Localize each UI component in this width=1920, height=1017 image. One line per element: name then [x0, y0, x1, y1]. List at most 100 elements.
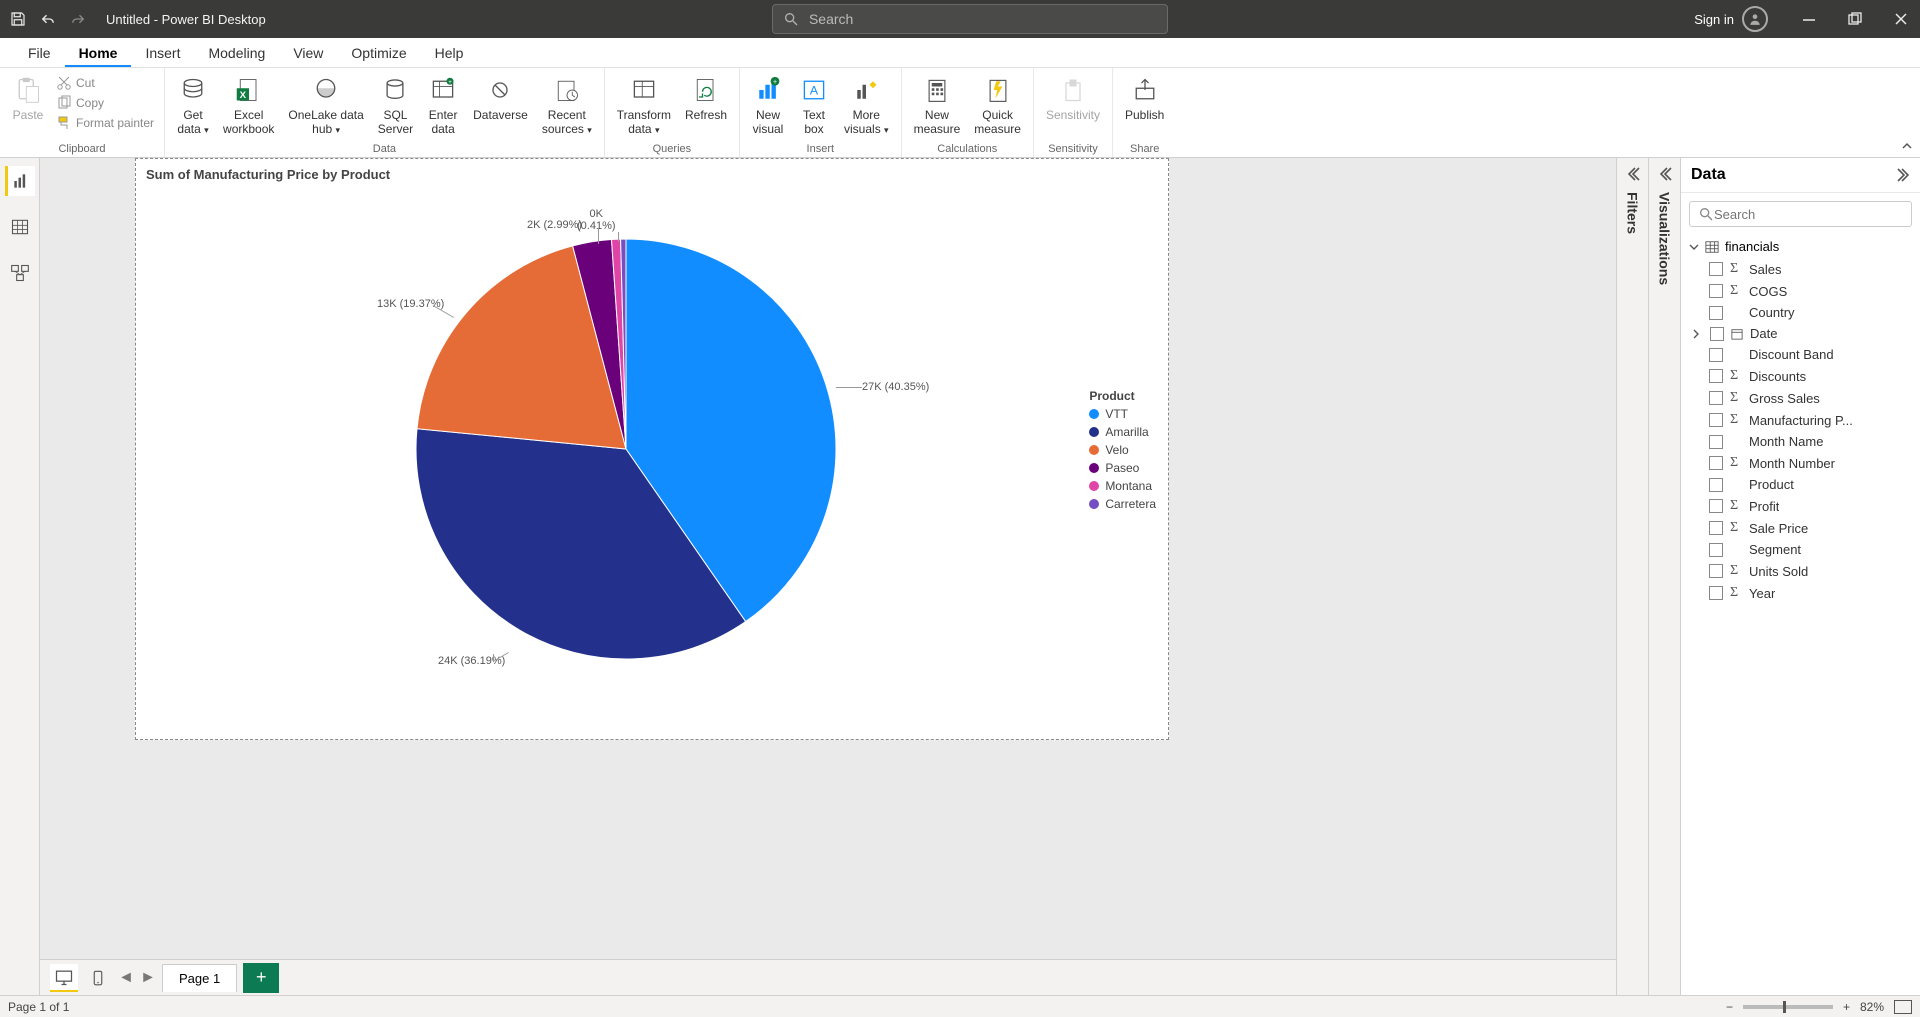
field-checkbox[interactable] — [1709, 435, 1723, 449]
search-input[interactable] — [809, 11, 1157, 27]
refresh-button[interactable]: Refresh — [679, 72, 733, 124]
format-painter-button[interactable]: Format painter — [52, 114, 158, 132]
field-row[interactable]: ΣSale Price — [1681, 517, 1920, 539]
dataverse-button[interactable]: Dataverse — [467, 72, 534, 124]
save-icon[interactable] — [8, 9, 28, 29]
field-checkbox[interactable] — [1710, 327, 1724, 341]
excel-workbook-button[interactable]: XExcel workbook — [217, 72, 280, 138]
sensitivity-button[interactable]: Sensitivity — [1040, 72, 1106, 124]
publish-button[interactable]: Publish — [1119, 72, 1170, 124]
field-checkbox[interactable] — [1709, 391, 1723, 405]
redo-icon[interactable] — [68, 9, 88, 29]
data-search-input[interactable] — [1714, 207, 1903, 222]
legend-item[interactable]: VTT — [1089, 407, 1156, 421]
field-row[interactable]: ΣYear — [1681, 582, 1920, 604]
field-checkbox[interactable] — [1709, 306, 1723, 320]
data-view-icon[interactable] — [5, 212, 35, 242]
zoom-out-button[interactable]: − — [1726, 1000, 1733, 1014]
menu-tab-insert[interactable]: Insert — [131, 39, 194, 67]
field-row[interactable]: ΣGross Sales — [1681, 387, 1920, 409]
chevron-left-icon[interactable] — [1625, 166, 1641, 182]
field-checkbox[interactable] — [1709, 543, 1723, 557]
enter-data-button[interactable]: +Enter data — [421, 72, 465, 138]
mobile-layout-icon[interactable] — [84, 964, 112, 992]
field-row[interactable]: Country — [1681, 302, 1920, 323]
field-row[interactable]: Month Name — [1681, 431, 1920, 452]
field-checkbox[interactable] — [1709, 413, 1723, 427]
legend-item[interactable]: Amarilla — [1089, 425, 1156, 439]
model-view-icon[interactable] — [5, 258, 35, 288]
field-row[interactable]: ΣMonth Number — [1681, 452, 1920, 474]
field-checkbox[interactable] — [1709, 262, 1723, 276]
field-row[interactable]: ΣManufacturing P... — [1681, 409, 1920, 431]
chevron-left-icon[interactable] — [1657, 166, 1673, 182]
desktop-layout-icon[interactable] — [50, 964, 78, 992]
copy-button[interactable]: Copy — [52, 94, 158, 112]
fit-to-page-icon[interactable] — [1894, 1000, 1912, 1014]
menu-tab-home[interactable]: Home — [65, 39, 132, 67]
data-search[interactable] — [1689, 201, 1912, 227]
new-visual-button[interactable]: +New visual — [746, 72, 790, 138]
search-bar[interactable] — [772, 4, 1168, 34]
next-page-icon[interactable]: ► — [140, 970, 156, 986]
legend-item[interactable]: Montana — [1089, 479, 1156, 493]
chevron-right-icon[interactable] — [1894, 167, 1910, 183]
table-node[interactable]: financials — [1681, 235, 1920, 258]
close-icon[interactable] — [1890, 8, 1912, 30]
get-data-button[interactable]: Get data ▾ — [171, 72, 215, 139]
pie-chart-visual[interactable]: Sum of Manufacturing Price by Product 27… — [135, 158, 1169, 740]
paste-button[interactable]: Paste — [6, 72, 50, 124]
zoom-in-button[interactable]: + — [1843, 1000, 1850, 1014]
report-view-icon[interactable] — [5, 166, 35, 196]
add-page-button[interactable]: + — [243, 963, 279, 993]
field-checkbox[interactable] — [1709, 348, 1723, 362]
field-row[interactable]: Σ Sales — [1681, 258, 1920, 280]
field-row[interactable]: ΣDiscounts — [1681, 365, 1920, 387]
zoom-slider[interactable] — [1743, 1005, 1833, 1009]
field-checkbox[interactable] — [1709, 478, 1723, 492]
field-row[interactable]: Discount Band — [1681, 344, 1920, 365]
signin-button[interactable]: Sign in — [1694, 6, 1768, 32]
quick-measure-button[interactable]: Quick measure — [968, 72, 1027, 138]
menu-tab-help[interactable]: Help — [421, 39, 478, 67]
field-name: Discounts — [1749, 369, 1806, 384]
field-checkbox[interactable] — [1709, 369, 1723, 383]
minimize-icon[interactable] — [1798, 8, 1820, 30]
text-box-button[interactable]: AText box — [792, 72, 836, 138]
maximize-icon[interactable] — [1844, 8, 1866, 30]
field-row[interactable]: Date — [1681, 323, 1920, 344]
field-row[interactable]: ΣProfit — [1681, 495, 1920, 517]
legend-item[interactable]: Carretera — [1089, 497, 1156, 511]
field-row[interactable]: ΣUnits Sold — [1681, 560, 1920, 582]
field-checkbox[interactable] — [1709, 586, 1723, 600]
field-row[interactable]: Product — [1681, 474, 1920, 495]
field-checkbox[interactable] — [1709, 499, 1723, 513]
field-checkbox[interactable] — [1709, 564, 1723, 578]
field-checkbox[interactable] — [1709, 521, 1723, 535]
visualizations-pane-collapsed[interactable]: Visualizations — [1648, 158, 1680, 995]
onelake-button[interactable]: OneLake data hub ▾ — [282, 72, 369, 139]
field-row[interactable]: Segment — [1681, 539, 1920, 560]
filters-pane-collapsed[interactable]: Filters — [1616, 158, 1648, 995]
undo-icon[interactable] — [38, 9, 58, 29]
field-row[interactable]: ΣCOGS — [1681, 280, 1920, 302]
transform-data-button[interactable]: Transform data ▾ — [611, 72, 677, 139]
sql-server-button[interactable]: SQL Server — [372, 72, 419, 138]
menu-tab-optimize[interactable]: Optimize — [337, 39, 420, 67]
cut-button[interactable]: Cut — [52, 74, 158, 92]
menu-tab-modeling[interactable]: Modeling — [194, 39, 279, 67]
recent-sources-button[interactable]: Recent sources ▾ — [536, 72, 598, 139]
menu-tab-view[interactable]: View — [279, 39, 337, 67]
more-visuals-button[interactable]: More visuals ▾ — [838, 72, 895, 139]
collapse-ribbon-icon[interactable] — [1900, 139, 1914, 153]
menu-tab-file[interactable]: File — [14, 39, 65, 67]
signin-label: Sign in — [1694, 12, 1734, 27]
new-measure-button[interactable]: New measure — [908, 72, 967, 138]
field-checkbox[interactable] — [1709, 284, 1723, 298]
prev-page-icon[interactable]: ◄ — [118, 970, 134, 986]
legend-item[interactable]: Velo — [1089, 443, 1156, 457]
page-tab[interactable]: Page 1 — [162, 964, 237, 992]
field-checkbox[interactable] — [1709, 456, 1723, 470]
sigma-icon: Σ — [1730, 585, 1742, 601]
legend-item[interactable]: Paseo — [1089, 461, 1156, 475]
